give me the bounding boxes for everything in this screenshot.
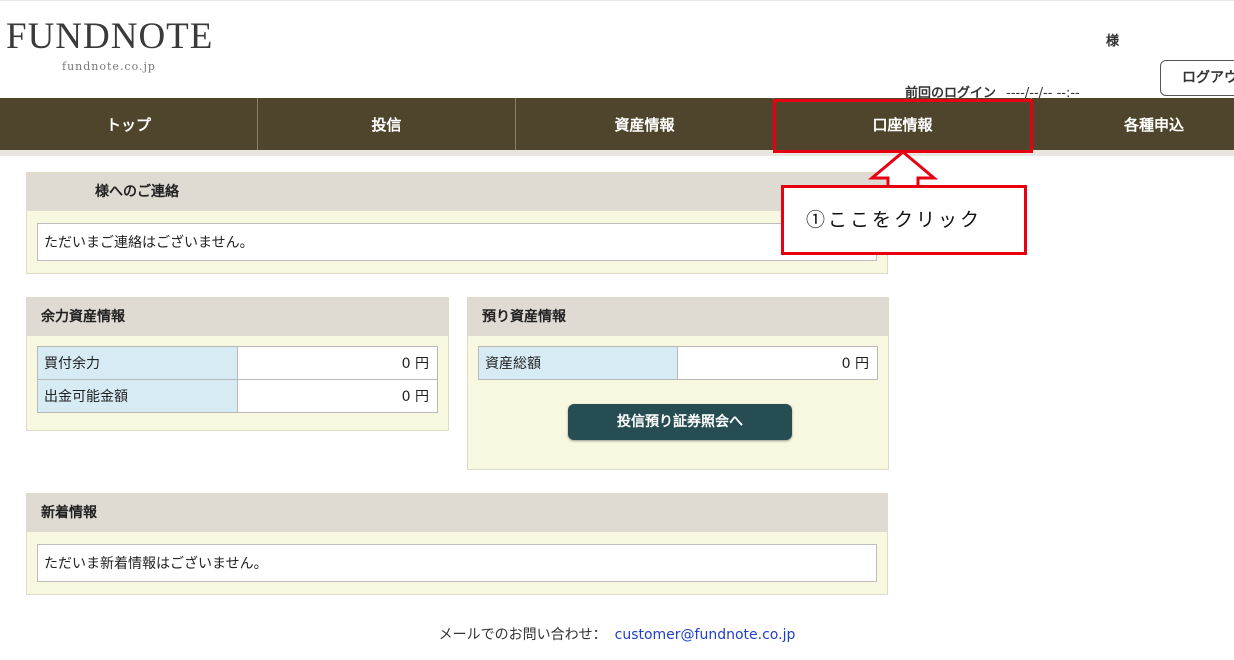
- highlight-box: [773, 99, 1033, 153]
- notice-message: ただいまご連絡はございません。: [37, 223, 877, 261]
- available-assets-title: 余力資産情報: [27, 298, 448, 336]
- fund-holdings-inquiry-button[interactable]: 投信預り証券照会へ: [568, 404, 792, 440]
- withdrawable-amount-label: 出金可能金額: [37, 379, 238, 413]
- callout-instruction: ①ここをクリック: [781, 185, 1027, 255]
- news-panel: 新着情報 ただいま新着情報はございません。: [26, 493, 888, 595]
- news-title: 新着情報: [27, 494, 887, 532]
- nav-item-top[interactable]: トップ: [0, 98, 258, 150]
- contact-footer: メールでのお問い合わせ： customer@fundnote.co.jp: [0, 624, 1234, 644]
- news-message: ただいま新着情報はございません。: [37, 544, 877, 582]
- available-assets-table: 買付余力 0 円 出金可能金額 0 円: [37, 346, 438, 413]
- logout-button[interactable]: ログアウト: [1160, 60, 1234, 96]
- table-row: 買付余力 0 円: [37, 346, 438, 380]
- notice-panel: 様へのご連絡 ただいまご連絡はございません。: [26, 172, 888, 274]
- available-assets-panel: 余力資産情報 買付余力 0 円 出金可能金額 0 円: [26, 297, 449, 431]
- deposit-assets-title: 預り資産情報: [468, 298, 888, 336]
- nav-item-asset-info[interactable]: 資産情報: [516, 98, 774, 150]
- logo-domain: fundnote.co.jp: [62, 60, 156, 73]
- nav-underline: [0, 150, 1234, 156]
- user-name-suffix: 様: [1106, 34, 1120, 49]
- notice-title: 様へのご連絡: [27, 173, 887, 211]
- table-row: 資産総額 0 円: [477, 346, 878, 380]
- top-border: [0, 0, 1234, 1]
- deposit-assets-panel: 預り資産情報 資産総額 0 円 投信預り証券照会へ: [467, 297, 889, 470]
- total-assets-label: 資産総額: [477, 346, 679, 380]
- buying-power-label: 買付余力: [37, 346, 238, 380]
- table-row: 出金可能金額 0 円: [37, 379, 438, 413]
- logo-wordmark: FUNDNOTE: [6, 16, 214, 57]
- site-logo[interactable]: FUNDNOTE fundnote.co.jp: [6, 16, 214, 74]
- nav-item-funds[interactable]: 投信: [258, 98, 516, 150]
- contact-label: メールでのお問い合わせ：: [438, 627, 607, 643]
- withdrawable-amount-value: 0 円: [237, 379, 438, 413]
- nav-item-applications[interactable]: 各種申込: [1032, 98, 1234, 150]
- buying-power-value: 0 円: [237, 346, 438, 380]
- main-nav: トップ 投信 資産情報 口座情報 各種申込: [0, 98, 1234, 150]
- contact-email-link[interactable]: customer@fundnote.co.jp: [615, 627, 796, 643]
- total-assets-value: 0 円: [677, 346, 878, 380]
- deposit-assets-table: 資産総額 0 円: [477, 346, 878, 380]
